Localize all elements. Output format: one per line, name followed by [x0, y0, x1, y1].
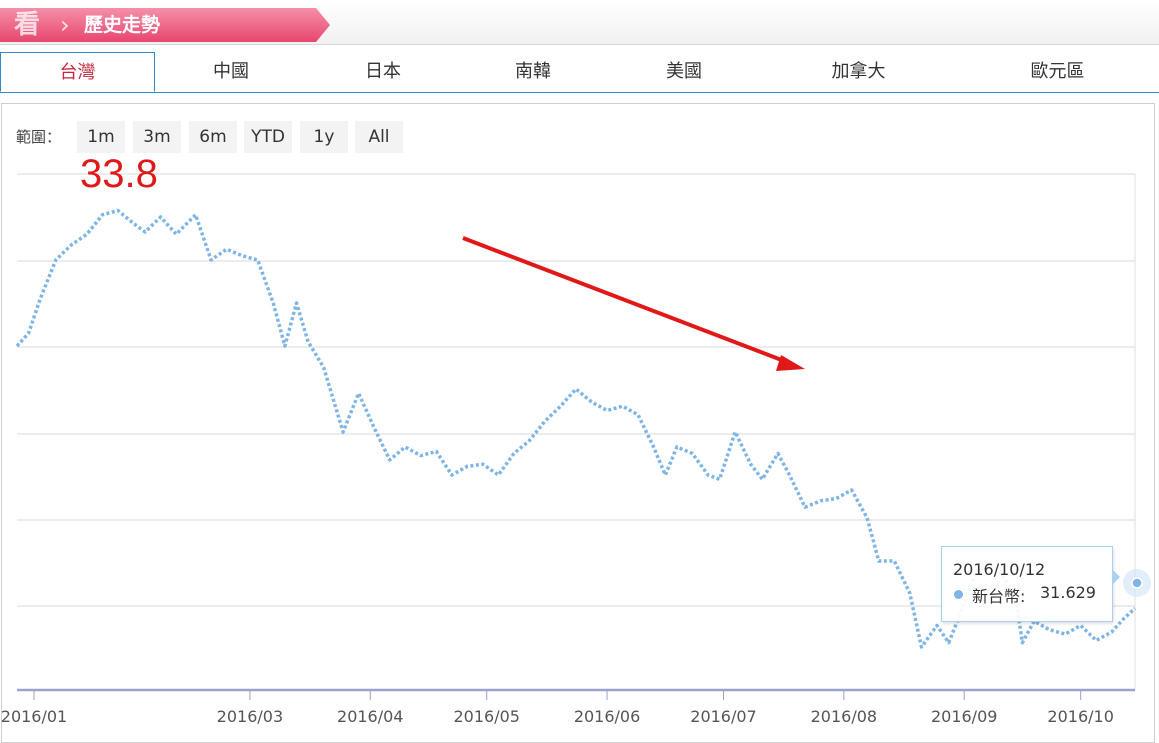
x-tick-label-5: 2016/07	[690, 707, 756, 726]
x-tick-label-1: 2016/03	[217, 707, 283, 726]
x-tick-label-3: 2016/05	[453, 707, 519, 726]
peak-annotation: 33.8	[80, 152, 158, 196]
x-tick-label-6: 2016/08	[811, 707, 877, 726]
x-tick-label-2: 2016/04	[337, 707, 403, 726]
x-tick-label-8: 2016/10	[1047, 707, 1113, 726]
x-tick-label-4: 2016/06	[574, 707, 640, 726]
hover-marker	[1123, 569, 1151, 597]
tooltip-value: 31.629	[1040, 583, 1096, 602]
chart-tooltip: 2016/10/12 新台幣: 31.629	[941, 546, 1120, 622]
trend-arrow-shaft	[462, 236, 793, 366]
x-tick-label-7: 2016/09	[931, 707, 997, 726]
tooltip-date: 2016/10/12	[953, 560, 1046, 579]
trend-arrow	[462, 236, 805, 371]
x-tick-label-0: 2016/01	[1, 707, 67, 726]
trend-arrow-head	[776, 355, 805, 371]
x-axis-ticks: 2016/01 2016/03 2016/04 2016/05 2016/06 2016/…	[1, 690, 1114, 726]
series-dot-icon	[954, 590, 963, 599]
exchange-rate-chart[interactable]: 2016/01 2016/03 2016/04 2016/05 2016/06 2016/…	[0, 0, 1159, 737]
tooltip-series-label: 新台幣:	[972, 587, 1026, 606]
hover-point	[1131, 577, 1143, 589]
